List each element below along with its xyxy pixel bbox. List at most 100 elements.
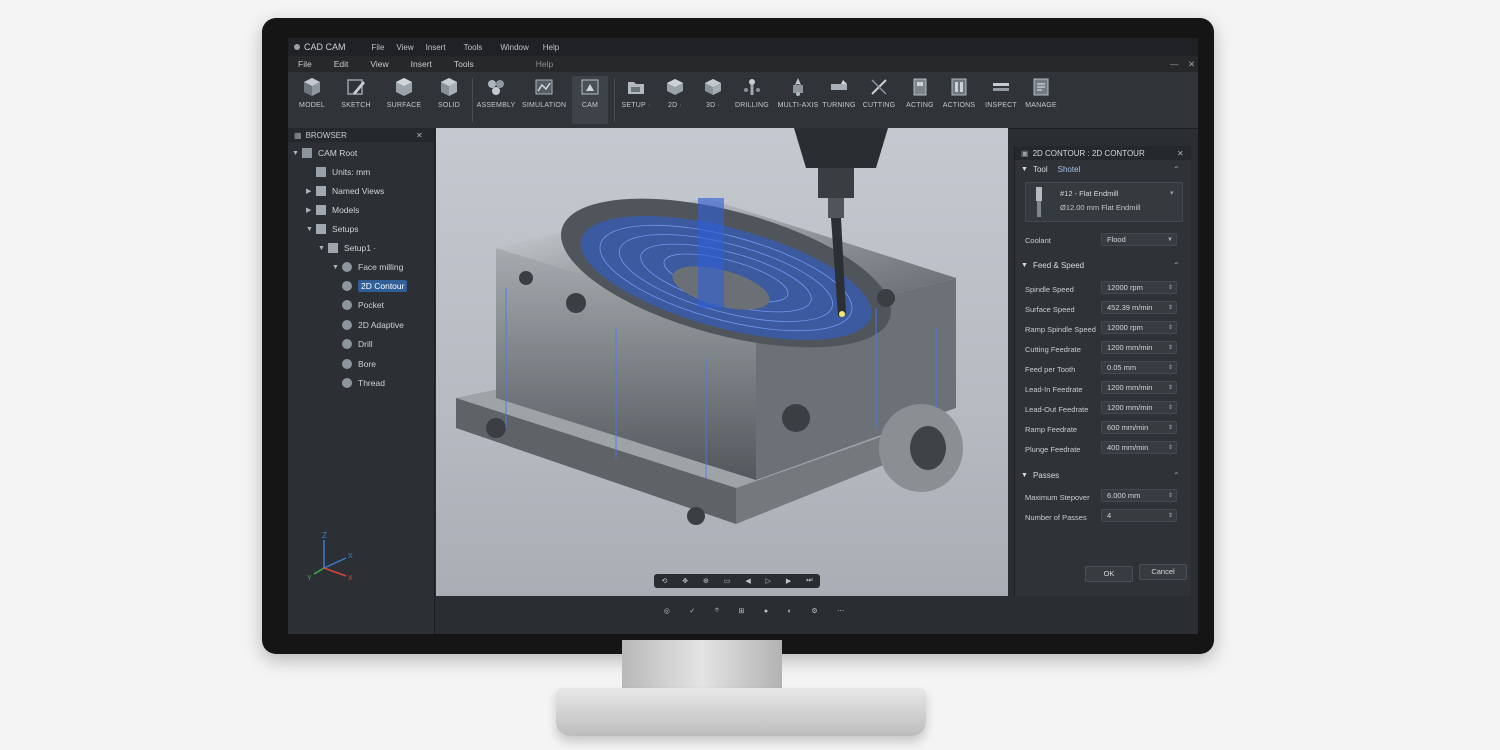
title-menu-tools[interactable]: Tools: [464, 43, 483, 52]
ribbon-multiaxis-button[interactable]: MULTI-AXIS: [776, 76, 820, 109]
section-collapse-icon[interactable]: ⌃: [1173, 165, 1180, 174]
ribbon-drilling-button[interactable]: DRILLING: [734, 76, 770, 109]
stepper-icon[interactable]: ⇕: [1168, 342, 1173, 354]
section-collapse-icon[interactable]: ⌃: [1173, 471, 1180, 480]
stepper-icon[interactable]: ⇕: [1168, 402, 1173, 414]
expand-caret-icon[interactable]: ▼: [318, 245, 328, 252]
menu-file[interactable]: File: [298, 59, 312, 69]
fast-forward-icon[interactable]: ⏭: [806, 577, 812, 585]
tree-item-2d-contour[interactable]: 2D Contour: [342, 278, 408, 294]
play-icon[interactable]: ▷: [766, 577, 771, 585]
tree-item-face-milling[interactable]: ▼ Face milling: [332, 259, 403, 275]
ok-button[interactable]: OK: [1085, 566, 1133, 582]
tree-item-named-views[interactable]: ▶ Named Views: [306, 183, 384, 199]
panel-close-icon[interactable]: ✕: [1177, 149, 1184, 158]
ramp-feedrate-field[interactable]: 600 mm/min ⇕: [1101, 421, 1177, 434]
spindle-speed-field[interactable]: 12000 rpm ⇕: [1101, 281, 1177, 294]
ribbon-surface-button[interactable]: SURFACE: [384, 76, 424, 109]
passes-section-header[interactable]: ▼ Passes ⌃: [1015, 468, 1191, 482]
tree-item-drill[interactable]: Drill: [342, 336, 373, 352]
display-mode-icon[interactable]: ◎: [664, 607, 670, 615]
tool-tab[interactable]: Shotel: [1058, 165, 1081, 174]
ribbon-sketch-button[interactable]: SKETCH: [338, 76, 374, 109]
ribbon-model-button[interactable]: MODEL: [294, 76, 330, 109]
ribbon-2d-button[interactable]: 2D ·: [662, 76, 688, 109]
title-menu-file[interactable]: File: [372, 43, 385, 52]
pan-icon[interactable]: ✥: [682, 577, 688, 585]
tool-section-header[interactable]: ▼ Tool Shotel ⌃: [1015, 162, 1191, 176]
stepper-icon[interactable]: ⇕: [1168, 422, 1173, 434]
ribbon-cutting-button[interactable]: CUTTING: [862, 76, 896, 109]
expand-caret-icon[interactable]: ▶: [306, 187, 316, 195]
coolant-select[interactable]: Flood ▼: [1101, 233, 1177, 246]
tree-item-pocket[interactable]: Pocket: [342, 297, 384, 313]
tree-item-setups[interactable]: ▼ Setups: [306, 221, 358, 237]
ribbon-manage-button[interactable]: MANAGE: [1024, 76, 1058, 109]
ribbon-setup-button[interactable]: SETUP ·: [620, 76, 652, 109]
lead-out-feedrate-field[interactable]: 1200 mm/min ⇕: [1101, 401, 1177, 414]
ribbon-3d-button[interactable]: 3D ·: [700, 76, 726, 109]
title-menu-insert[interactable]: Insert: [426, 43, 446, 52]
tree-item-bore[interactable]: Bore: [342, 356, 376, 372]
collapse-arrow-icon[interactable]: ▼: [1021, 262, 1028, 269]
browser-close-icon[interactable]: ✕: [416, 131, 423, 140]
stepper-icon[interactable]: ⇕: [1168, 490, 1173, 502]
menu-edit[interactable]: Edit: [334, 59, 349, 69]
menu-tools[interactable]: Tools: [454, 59, 474, 69]
tool-dropdown-icon[interactable]: ▾: [1170, 189, 1174, 197]
window-close-icon[interactable]: ✕: [1188, 59, 1195, 70]
maximum-stepover-field[interactable]: 6.000 mm ⇕: [1101, 489, 1177, 502]
tool-selector[interactable]: #12 - Flat Endmill Ø12.00 mm Flat Endmil…: [1025, 182, 1183, 222]
tree-item-units[interactable]: Units: mm: [306, 164, 370, 180]
menu-view[interactable]: View: [370, 59, 388, 69]
visual-style-icon[interactable]: ●: [764, 608, 768, 615]
more-icon[interactable]: ⋯: [837, 607, 844, 615]
section-icon[interactable]: ◐: [788, 608, 792, 615]
collapse-arrow-icon[interactable]: ▼: [1021, 166, 1028, 173]
feed-per-tooth-field[interactable]: 0.05 mm ⇕: [1101, 361, 1177, 374]
expand-caret-icon[interactable]: ▼: [332, 264, 342, 271]
window-minimize-icon[interactable]: —: [1170, 59, 1179, 69]
collapse-arrow-icon[interactable]: ▼: [1021, 472, 1028, 479]
lead-in-feedrate-field[interactable]: 1200 mm/min ⇕: [1101, 381, 1177, 394]
ribbon-turning-button[interactable]: TURNING: [822, 76, 856, 109]
feed-speed-section-header[interactable]: ▼ Feed & Speed ⌃: [1015, 258, 1191, 272]
expand-caret-icon[interactable]: ▼: [292, 150, 302, 157]
tree-item-models[interactable]: ▶ Models: [306, 202, 359, 218]
ribbon-solid-button[interactable]: SOLID: [432, 76, 466, 109]
ribbon-simulation-button[interactable]: SIMULATION: [522, 76, 566, 109]
stepper-icon[interactable]: ⇕: [1168, 442, 1173, 454]
orbit-icon[interactable]: ⟲: [661, 577, 667, 585]
surface-speed-field[interactable]: 452.39 m/min ⇕: [1101, 301, 1177, 314]
number-of-passes-field[interactable]: 4 ⇕: [1101, 509, 1177, 522]
fit-icon[interactable]: ▭: [724, 577, 731, 585]
tree-item-2d-adaptive[interactable]: 2D Adaptive: [342, 317, 404, 333]
stepper-icon[interactable]: ⇕: [1168, 322, 1173, 334]
ramp-spindle-speed-field[interactable]: 12000 rpm ⇕: [1101, 321, 1177, 334]
title-menu-view[interactable]: View: [396, 43, 413, 52]
expand-caret-icon[interactable]: ▶: [306, 206, 316, 214]
ribbon-inspect-button[interactable]: INSPECT: [982, 76, 1020, 109]
grid-icon[interactable]: ⊞: [738, 607, 744, 615]
ribbon-actions-button[interactable]: ACTIONS: [942, 76, 976, 109]
stepper-icon[interactable]: ⇕: [1168, 382, 1173, 394]
expand-caret-icon[interactable]: ▼: [306, 226, 316, 233]
tree-item-cam-root[interactable]: ▼ CAM Root: [292, 145, 357, 161]
title-menu-help[interactable]: Help: [543, 43, 559, 52]
3d-viewport[interactable]: [436, 128, 1008, 596]
cancel-button[interactable]: Cancel: [1139, 564, 1187, 580]
stepper-icon[interactable]: ⇕: [1168, 302, 1173, 314]
camera-icon[interactable]: ⌾: [715, 607, 719, 615]
tree-item-thread[interactable]: Thread: [342, 375, 385, 391]
ribbon-assembly-button[interactable]: ASSEMBLY: [476, 76, 516, 109]
tree-item-setup1[interactable]: ▼ Setup1 ·: [318, 240, 376, 256]
stepper-icon[interactable]: ⇕: [1168, 282, 1173, 294]
stepper-icon[interactable]: ⇕: [1168, 510, 1173, 522]
title-menu-window[interactable]: Window: [500, 43, 528, 52]
cutting-feedrate-field[interactable]: 1200 mm/min ⇕: [1101, 341, 1177, 354]
ribbon-cam-button[interactable]: CAM: [572, 76, 608, 124]
check-icon[interactable]: ✓: [689, 607, 695, 615]
plunge-feedrate-field[interactable]: 400 mm/min ⇕: [1101, 441, 1177, 454]
zoom-icon[interactable]: ⊕: [703, 577, 709, 585]
menu-insert[interactable]: Insert: [411, 59, 432, 69]
